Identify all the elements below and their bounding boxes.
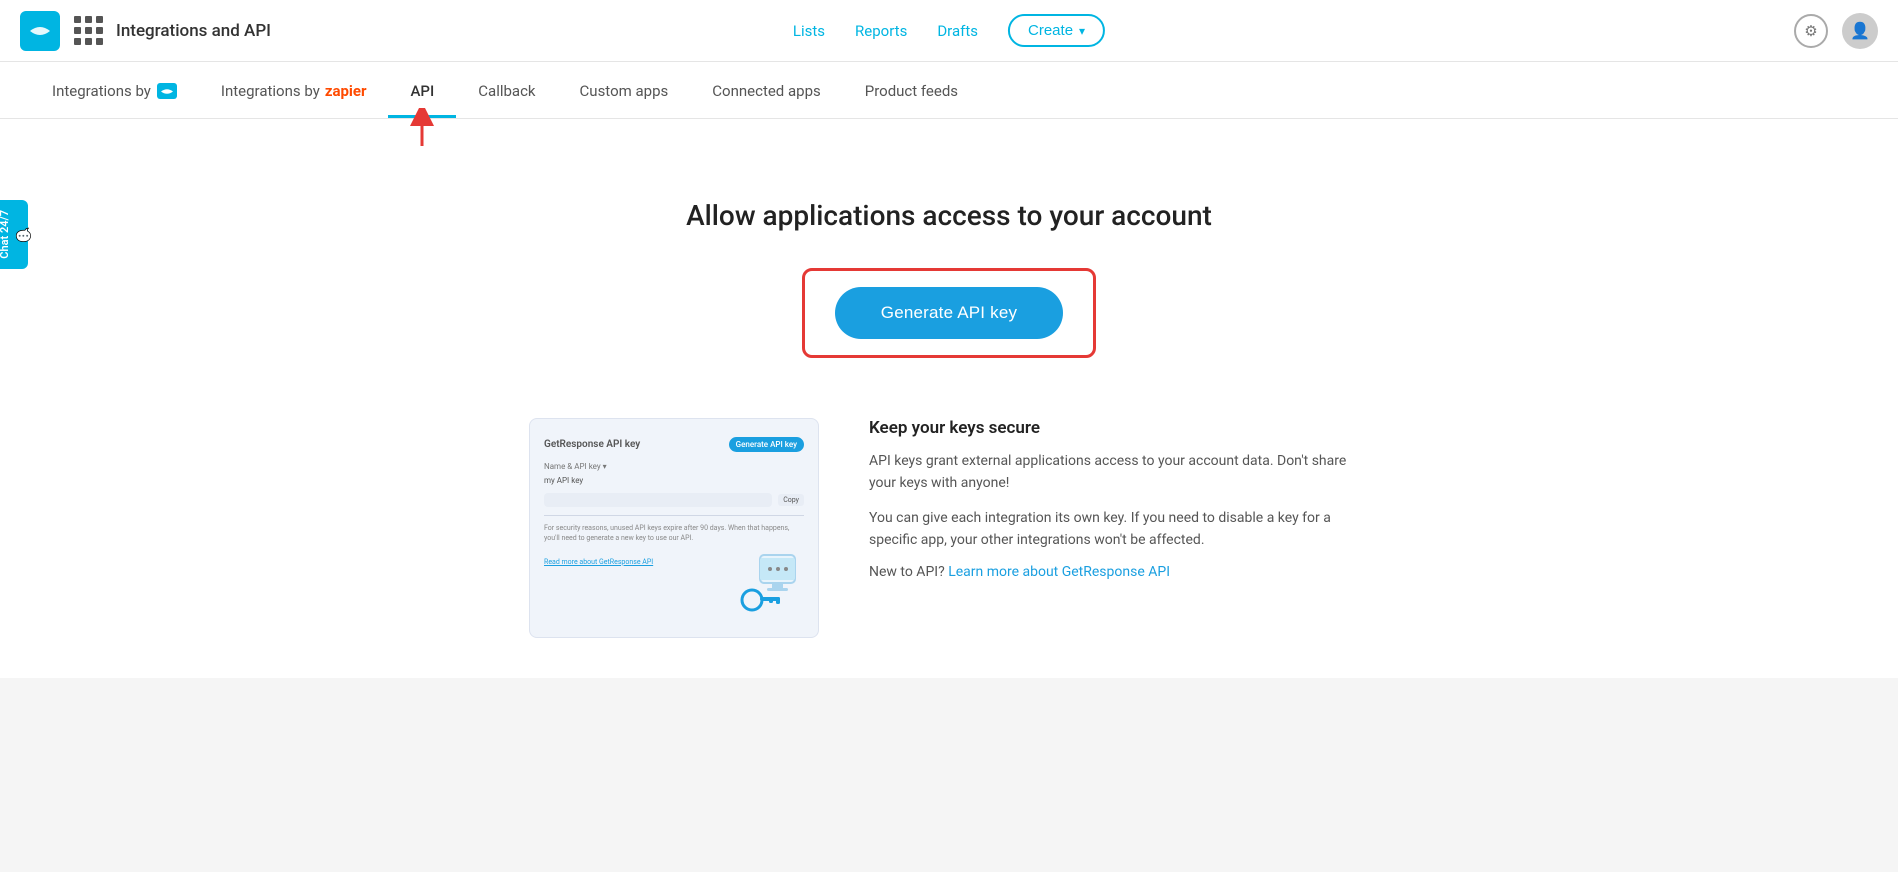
tab-integrations-brevo[interactable]: Integrations by	[30, 62, 199, 118]
avatar[interactable]: 👤	[1842, 13, 1878, 49]
bottom-section: GetResponse API key Generate API key Nam…	[499, 418, 1399, 638]
preview-note: For security reasons, unused API keys ex…	[544, 524, 804, 544]
keys-title: Keep your keys secure	[869, 418, 1369, 438]
generate-btn-wrapper: Generate API key	[30, 268, 1868, 358]
keys-text1: API keys grant external applications acc…	[869, 450, 1369, 495]
page-heading: Allow applications access to your accoun…	[30, 199, 1868, 232]
chat-icon: 💬	[16, 226, 31, 242]
preview-label-row: Name & API key ▾	[544, 462, 804, 471]
preview-gen-btn: Generate API key	[729, 437, 804, 452]
preview-key-value	[544, 493, 772, 507]
settings-icon[interactable]: ⚙	[1794, 14, 1828, 48]
tab-product-feeds-label: Product feeds	[865, 82, 958, 100]
keys-info: Keep your keys secure API keys grant ext…	[869, 418, 1369, 580]
preview-key-name: my API key	[544, 476, 583, 485]
preview-key-icon-area	[730, 550, 800, 619]
keys-text2: You can give each integration its own ke…	[869, 507, 1369, 552]
top-nav: Integrations and API Lists Reports Draft…	[0, 0, 1898, 62]
app-logo[interactable]	[20, 11, 60, 51]
tab-custom-apps-label: Custom apps	[580, 82, 669, 100]
nav-lists-link[interactable]: Lists	[793, 22, 825, 40]
nav-center: Lists Reports Drafts Create ▾	[793, 14, 1105, 47]
preview-key-row: my API key	[544, 476, 804, 485]
chat-label-text: Chat 24/7	[0, 210, 11, 259]
page-title: Integrations and API	[116, 21, 271, 41]
api-preview-image: GetResponse API key Generate API key Nam…	[529, 418, 819, 638]
chat-sidebar[interactable]: Chat 24/7 💬	[0, 200, 28, 269]
tab-callback[interactable]: Callback	[456, 62, 557, 118]
tab-integrations-brevo-label: Integrations by	[52, 82, 151, 100]
nav-right: ⚙ 👤	[1794, 13, 1878, 49]
keys-new-link[interactable]: Learn more about GetResponse API	[948, 564, 1170, 580]
generate-api-key-button[interactable]: Generate API key	[835, 287, 1063, 339]
nav-drafts-link[interactable]: Drafts	[937, 22, 978, 40]
tab-integrations-zapier[interactable]: Integrations by zapier	[199, 62, 389, 118]
tabs-bar: Integrations by Integrations by zapier A…	[0, 62, 1898, 119]
tab-custom-apps[interactable]: Custom apps	[558, 62, 691, 118]
red-border-highlight: Generate API key	[802, 268, 1096, 358]
create-button[interactable]: Create ▾	[1008, 14, 1105, 47]
preview-read-link: Read more about GetResponse API	[544, 558, 653, 566]
nav-reports-link[interactable]: Reports	[855, 22, 907, 40]
brevo-logo-icon	[157, 83, 177, 99]
keys-new-text: New to API? Learn more about GetResponse…	[869, 564, 1369, 580]
tab-connected-apps[interactable]: Connected apps	[690, 62, 842, 118]
app-grid-icon[interactable]	[74, 16, 104, 46]
preview-copy-btn: Copy	[778, 494, 804, 506]
preview-title: GetResponse API key	[544, 439, 640, 450]
tab-connected-apps-label: Connected apps	[712, 82, 820, 100]
content-area: Allow applications access to your accoun…	[0, 119, 1898, 678]
preview-key-val-row: Copy	[544, 493, 804, 507]
tab-product-feeds[interactable]: Product feeds	[843, 62, 980, 118]
tab-api[interactable]: API	[388, 62, 456, 118]
tab-callback-label: Callback	[478, 82, 535, 100]
tab-api-label: API	[410, 82, 434, 100]
zapier-logo-text: zapier	[325, 82, 367, 100]
